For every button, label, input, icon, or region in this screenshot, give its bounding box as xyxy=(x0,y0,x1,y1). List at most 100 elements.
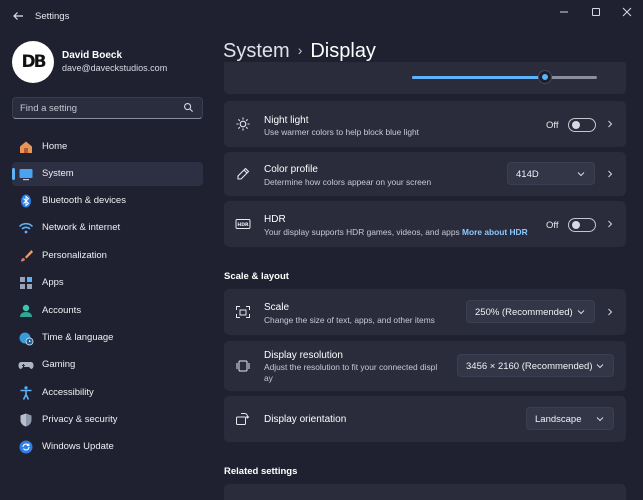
sidebar-item-personalization[interactable]: Personalization xyxy=(12,244,203,268)
sidebar-item-label: Accounts xyxy=(42,305,82,316)
sidebar-item-system[interactable]: System xyxy=(12,162,203,186)
card-title: Display resolution xyxy=(264,350,343,361)
scale-card[interactable]: Scale Change the size of text, apps, and… xyxy=(224,289,626,335)
color-profile-dropdown[interactable]: 414D xyxy=(507,162,595,185)
svg-text:HDR: HDR xyxy=(237,222,249,228)
slider-fill xyxy=(412,76,546,79)
section-header-scale-layout: Scale & layout xyxy=(224,271,289,282)
card-description: Change the size of text, apps, and other… xyxy=(264,315,435,325)
sidebar-item-apps[interactable]: Apps xyxy=(12,271,203,295)
resolution-icon xyxy=(236,360,250,372)
toggle-knob xyxy=(572,121,580,129)
dropdown-value: 3456 × 2160 (Recommended) xyxy=(466,361,593,372)
card-title: HDR xyxy=(264,214,286,225)
chevron-right-icon[interactable] xyxy=(606,120,614,128)
maximize-button[interactable] xyxy=(581,4,611,20)
minimize-button[interactable] xyxy=(549,4,579,20)
sidebar-item-accessibility[interactable]: Accessibility xyxy=(12,381,203,405)
avatar-initials: DB xyxy=(21,52,46,72)
card-title: Night light xyxy=(264,115,309,126)
orientation-icon xyxy=(236,413,250,425)
chevron-down-icon xyxy=(596,417,604,422)
update-icon xyxy=(19,440,33,454)
minimize-icon xyxy=(560,11,568,13)
night-light-toggle[interactable] xyxy=(568,118,596,132)
page-title: Display xyxy=(310,40,376,62)
sidebar-item-label: Time & language xyxy=(42,332,114,343)
shield-icon xyxy=(20,413,32,427)
search-placeholder: Find a setting xyxy=(20,103,78,114)
sidebar-item-gaming[interactable]: Gaming xyxy=(12,353,203,377)
avatar[interactable]: DB xyxy=(12,41,54,83)
active-indicator xyxy=(12,168,15,180)
sidebar-item-bluetooth[interactable]: Bluetooth & devices xyxy=(12,189,203,213)
sidebar-item-label: Gaming xyxy=(42,359,76,370)
sidebar-item-privacy-security[interactable]: Privacy & security xyxy=(12,408,203,432)
wifi-icon xyxy=(18,222,34,234)
card-title: Scale xyxy=(264,302,290,313)
card-description-continued: ay xyxy=(264,373,273,383)
sidebar-item-label: Windows Update xyxy=(42,441,114,452)
search-input[interactable]: Find a setting xyxy=(12,97,203,119)
back-arrow-icon xyxy=(13,12,23,20)
section-header-related-settings: Related settings xyxy=(224,466,298,477)
brush-icon xyxy=(21,250,33,262)
sidebar-item-network[interactable]: Network & internet xyxy=(12,216,203,240)
night-light-card[interactable]: Night light Use warmer colors to help bl… xyxy=(224,101,626,147)
close-button[interactable] xyxy=(612,4,642,20)
card-description: Use warmer colors to help block blue lig… xyxy=(264,127,420,137)
breadcrumb: System › Display xyxy=(223,40,376,63)
accessibility-icon xyxy=(20,386,32,400)
display-orientation-card[interactable]: Display orientation Landscape xyxy=(224,396,626,442)
maximize-icon xyxy=(592,8,600,16)
display-resolution-card[interactable]: Display resolution Adjust the resolution… xyxy=(224,341,626,391)
display-resolution-dropdown[interactable]: 3456 × 2160 (Recommended) xyxy=(457,354,614,377)
chevron-down-icon xyxy=(577,310,585,315)
card-title: Color profile xyxy=(264,164,318,175)
dropdown-value: 250% (Recommended) xyxy=(475,307,573,318)
sidebar-item-windows-update[interactable]: Windows Update xyxy=(12,435,203,459)
color-profile-card[interactable]: Color profile Determine how colors appea… xyxy=(224,152,626,196)
scale-dropdown[interactable]: 250% (Recommended) xyxy=(466,300,595,323)
apps-icon xyxy=(20,277,32,289)
system-icon xyxy=(19,169,33,181)
search-icon xyxy=(184,103,194,113)
close-icon xyxy=(622,7,632,17)
dropdown-value: 414D xyxy=(516,169,539,180)
sidebar-item-accounts[interactable]: Accounts xyxy=(12,299,203,323)
toggle-knob xyxy=(572,221,580,229)
back-button[interactable] xyxy=(8,6,28,26)
sidebar-item-home[interactable]: Home xyxy=(12,135,203,159)
chevron-right-icon[interactable] xyxy=(606,220,614,228)
chevron-down-icon xyxy=(596,364,604,369)
card-title: Display orientation xyxy=(264,414,347,425)
breadcrumb-parent[interactable]: System xyxy=(223,40,290,62)
home-icon xyxy=(20,141,32,153)
hdr-card[interactable]: HDR HDR Your display supports HDR games,… xyxy=(224,201,626,247)
globe-clock-icon xyxy=(19,332,34,346)
gamepad-icon xyxy=(18,362,34,369)
card-description: Determine how colors appear on your scre… xyxy=(264,177,432,187)
related-settings-card[interactable] xyxy=(224,484,626,500)
more-about-hdr-link[interactable]: More about HDR xyxy=(462,227,528,237)
card-description: Your display supports HDR games, videos,… xyxy=(264,227,528,237)
scale-icon xyxy=(236,306,250,318)
chevron-right-icon[interactable] xyxy=(606,308,614,316)
chevron-right-icon[interactable] xyxy=(606,170,614,178)
hdr-icon: HDR xyxy=(235,219,251,229)
card-description-text: Your display supports HDR games, videos,… xyxy=(264,227,460,237)
slider-thumb[interactable] xyxy=(539,71,552,83)
toggle-state-label: Off xyxy=(546,220,559,231)
sidebar-item-label: Personalization xyxy=(42,250,107,261)
sidebar-item-label: Network & internet xyxy=(42,222,121,233)
eyedropper-icon xyxy=(237,167,250,180)
sidebar-item-label: Accessibility xyxy=(42,387,94,398)
user-email: dave@daveckstudios.com xyxy=(62,63,168,73)
display-orientation-dropdown[interactable]: Landscape xyxy=(526,407,614,430)
sidebar-item-label: Apps xyxy=(42,277,64,288)
sidebar-item-time-language[interactable]: Time & language xyxy=(12,326,203,350)
hdr-toggle[interactable] xyxy=(568,218,596,232)
brightness-slider[interactable] xyxy=(412,71,597,83)
card-description: Adjust the resolution to fit your connec… xyxy=(264,362,438,372)
sidebar-item-label: Privacy & security xyxy=(42,414,118,425)
